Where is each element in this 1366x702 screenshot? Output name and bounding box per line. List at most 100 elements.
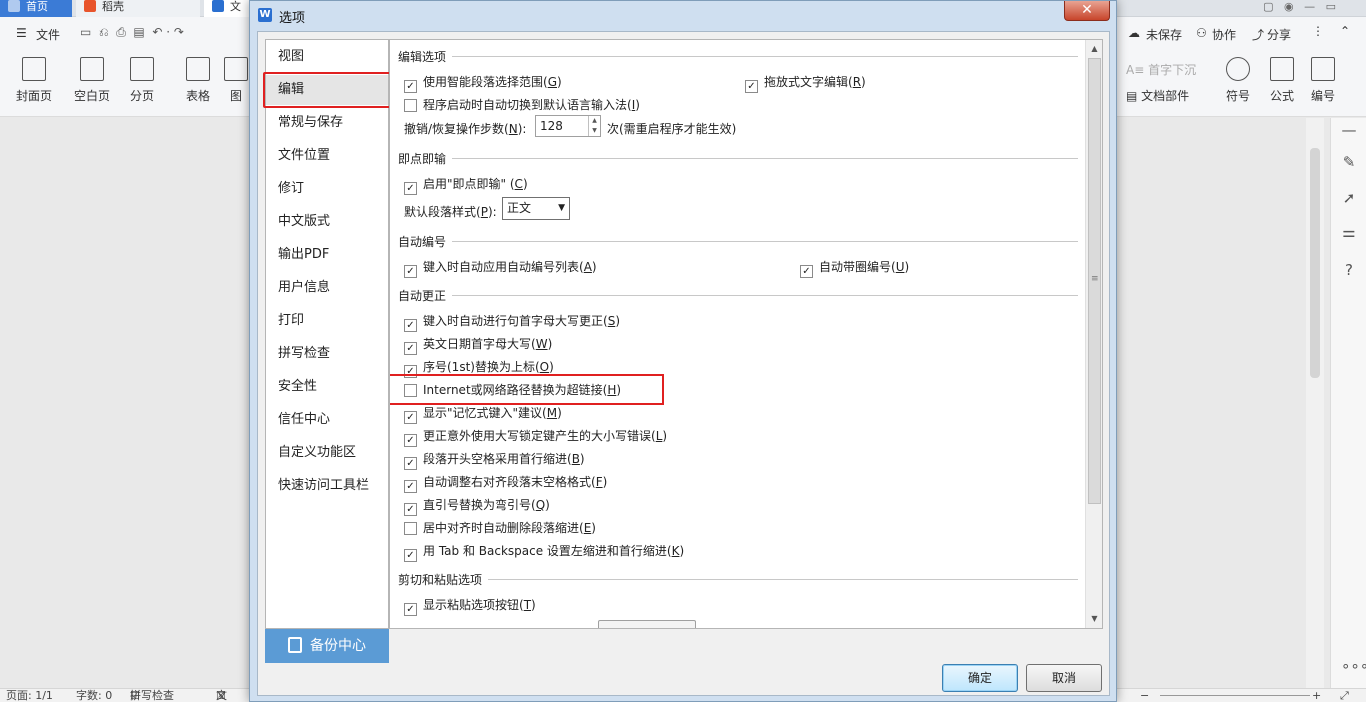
backup-center-button[interactable]: 备份中心 xyxy=(265,629,389,663)
close-icon: ✕ xyxy=(1081,2,1093,18)
autocorrect-option-tab-backspace-indent[interactable]: 用 Tab 和 Backspace 设置左缩进和首行缩进(K) xyxy=(404,542,684,562)
grip-icon: ≡ xyxy=(1091,274,1099,284)
autocorrect-option-capslock[interactable]: 更正意外使用大写锁定键产生的大小写错误(L) xyxy=(404,427,667,447)
file-menu-button[interactable]: 文件 xyxy=(36,26,60,43)
click-type-label: 启用"即点即输" ( xyxy=(423,177,515,191)
zoom-out-icon[interactable]: − xyxy=(1140,689,1149,702)
share-button[interactable]: 分享 xyxy=(1267,26,1291,43)
page-break-button[interactable]: 分页 xyxy=(116,57,168,104)
window-controls[interactable]: ▢ ◉ — ▭ xyxy=(1263,0,1336,13)
page-count: 页面: 1/1 xyxy=(6,689,53,702)
docer-icon xyxy=(84,0,96,12)
autocorrect-option-english-date[interactable]: 英文日期首字母大写(W) xyxy=(404,335,552,355)
document-scroll-thumb[interactable] xyxy=(1310,148,1320,378)
auto-circle-checkbox[interactable] xyxy=(800,265,813,278)
menu-icon[interactable]: ☰ xyxy=(16,26,27,40)
quick-access-icons[interactable]: ▭ ⎌ ⎙ ▤ ↶ · ↷ xyxy=(80,25,184,40)
zoom-fit-icon[interactable]: ⤢ xyxy=(1340,689,1349,702)
options-scrollbar[interactable]: ▲ ≡ ▼ xyxy=(1085,40,1102,628)
tab-home[interactable]: 首页 xyxy=(0,0,72,17)
auto-list-checkbox[interactable] xyxy=(404,265,417,278)
autocorrect-checkbox[interactable] xyxy=(404,342,417,355)
edit-pen-icon[interactable]: ✎ xyxy=(1341,154,1357,170)
unsaved-status[interactable]: 未保存 xyxy=(1146,26,1182,43)
autocorrect-option-autocomplete[interactable]: 显示"记忆式键入"建议(M) xyxy=(404,404,562,424)
dialog-titlebar[interactable]: W 选项 ✕ xyxy=(250,1,1116,29)
tab-docer[interactable]: 稻壳 xyxy=(76,0,200,17)
cancel-button[interactable]: 取消 xyxy=(1026,664,1102,692)
collab-button[interactable]: 协作 xyxy=(1212,26,1236,43)
auto-circle-option[interactable]: 自动带圈编号(U) xyxy=(800,258,909,278)
autocorrect-checkbox[interactable] xyxy=(404,411,417,424)
zoom-slider[interactable] xyxy=(1160,695,1310,696)
drop-cap-button[interactable]: A≡ 首字下沉 xyxy=(1126,61,1196,78)
nav-item-view[interactable]: 视图 xyxy=(266,42,388,72)
partially-visible-button[interactable] xyxy=(598,620,696,628)
more-icon[interactable]: ∘∘∘ xyxy=(1341,658,1366,674)
autocorrect-close: ) xyxy=(591,521,596,535)
settings-sliders-icon[interactable]: ⚌ xyxy=(1341,224,1357,240)
scroll-down-icon[interactable]: ▼ xyxy=(1086,610,1102,627)
tab-home-label: 首页 xyxy=(26,0,48,13)
nav-item-trust-center[interactable]: 信任中心 xyxy=(266,405,388,435)
click-type-checkbox[interactable] xyxy=(404,182,417,195)
nav-item-revision[interactable]: 修订 xyxy=(266,174,388,204)
document-scrollbar[interactable] xyxy=(1306,118,1324,688)
auto-ime-checkbox[interactable] xyxy=(404,99,417,112)
nav-item-spell-check[interactable]: 拼写检查 xyxy=(266,339,388,369)
nav-item-user-info[interactable]: 用户信息 xyxy=(266,273,388,303)
ok-button[interactable]: 确定 xyxy=(942,664,1018,692)
autocorrect-checkbox[interactable] xyxy=(404,522,417,535)
auto-ime-option[interactable]: 程序启动时自动切换到默认语言输入法(I) xyxy=(404,96,640,113)
autocorrect-option-capitalize[interactable]: 键入时自动进行句首字母大写更正(S) xyxy=(404,312,620,332)
auto-list-option[interactable]: 键入时自动应用自动编号列表(A) xyxy=(404,258,597,278)
autocorrect-option-first-line-indent[interactable]: 段落开头空格采用首行缩进(B) xyxy=(404,450,585,470)
autocorrect-checkbox[interactable] xyxy=(404,319,417,332)
scroll-up-icon[interactable]: ▲ xyxy=(1086,40,1102,57)
autocorrect-option-right-align-space[interactable]: 自动调整右对齐段落末空格格式(F) xyxy=(404,473,607,493)
autocorrect-checkbox[interactable] xyxy=(404,549,417,562)
autocorrect-checkbox[interactable] xyxy=(404,434,417,447)
collapse-icon[interactable]: — xyxy=(1341,122,1357,138)
undo-steps-stepper[interactable]: 128 ▲ ▼ xyxy=(535,115,601,137)
doc-parts-button[interactable]: ▤ 文档部件 xyxy=(1126,87,1189,104)
autocorrect-checkbox[interactable] xyxy=(404,457,417,470)
show-paste-button-checkbox[interactable] xyxy=(404,603,417,616)
nav-item-quick-access-toolbar[interactable]: 快速访问工具栏 xyxy=(266,471,388,501)
autocorrect-close: ) xyxy=(549,360,554,374)
blank-page-button[interactable]: 空白页 xyxy=(66,57,118,104)
autocorrect-option-center-remove-indent[interactable]: 居中对齐时自动删除段落缩进(E) xyxy=(404,519,596,536)
nav-item-security[interactable]: 安全性 xyxy=(266,372,388,402)
nav-item-print[interactable]: 打印 xyxy=(266,306,388,336)
default-para-style-select[interactable]: 正文 ▼ xyxy=(502,197,570,220)
scroll-thumb[interactable]: ≡ xyxy=(1088,58,1101,504)
nav-item-general-save[interactable]: 常规与保存 xyxy=(266,108,388,138)
close-button[interactable]: ✕ xyxy=(1064,1,1110,21)
click-type-option[interactable]: 启用"即点即输" (C) xyxy=(404,175,528,195)
nav-item-file-location[interactable]: 文件位置 xyxy=(266,141,388,171)
doc-status-label: 文 xyxy=(216,689,227,702)
numbering-button[interactable]: 编号 xyxy=(1300,57,1346,104)
writer-icon xyxy=(212,0,224,12)
cover-page-button[interactable]: 封面页 xyxy=(8,57,60,104)
show-paste-button-option[interactable]: 显示粘贴选项按钮(T) xyxy=(404,596,536,616)
select-cursor-icon[interactable]: ➚ xyxy=(1341,190,1357,206)
drag-drop-checkbox[interactable] xyxy=(745,80,758,93)
smart-select-checkbox[interactable] xyxy=(404,80,417,93)
smart-select-option[interactable]: 使用智能段落选择范围(G) xyxy=(404,73,562,93)
drag-drop-option[interactable]: 拖放式文字编辑(R) xyxy=(745,73,866,93)
nav-item-chinese-layout[interactable]: 中文版式 xyxy=(266,207,388,237)
table-button[interactable]: 表格 xyxy=(172,57,224,104)
stepper-arrows-icon[interactable]: ▲ ▼ xyxy=(588,116,600,136)
show-paste-button-close: ) xyxy=(531,598,536,612)
zoom-in-icon[interactable]: + xyxy=(1312,689,1321,702)
autocorrect-checkbox[interactable] xyxy=(404,503,417,516)
help-icon[interactable]: ? xyxy=(1341,262,1357,278)
more-icon[interactable]: ⋮ xyxy=(1312,24,1324,38)
picture-button[interactable]: 图 xyxy=(222,57,250,104)
nav-item-customize-ribbon[interactable]: 自定义功能区 xyxy=(266,438,388,468)
collapse-ribbon-icon[interactable]: ⌃ xyxy=(1340,24,1350,38)
nav-item-export-pdf[interactable]: 输出PDF xyxy=(266,240,388,270)
autocorrect-checkbox[interactable] xyxy=(404,480,417,493)
autocorrect-option-smart-quotes[interactable]: 直引号替换为弯引号(Q) xyxy=(404,496,550,516)
